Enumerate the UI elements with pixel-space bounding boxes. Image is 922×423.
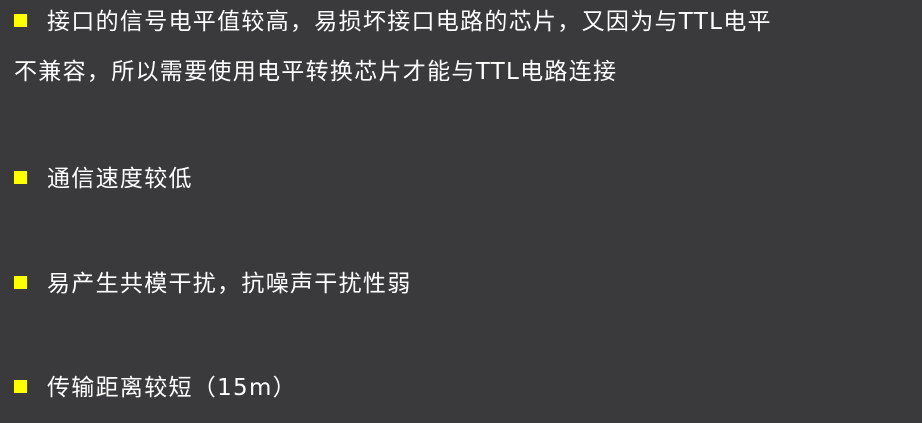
bullet-text-2: 通信速度较低 xyxy=(47,166,193,192)
square-bullet-icon xyxy=(14,276,27,289)
bullet-text-4: 传输距离较短（15m） xyxy=(47,375,297,401)
bullet-item-1-continuation: 不兼容，所以需要使用电平转换芯片才能与TTL电路连接 xyxy=(14,59,618,85)
bullet-item-1: 接口的信号电平值较高，易损坏接口电路的芯片，又因为与TTL电平 xyxy=(0,7,772,37)
bullet-item-4: 传输距离较短（15m） xyxy=(0,373,297,403)
square-bullet-icon xyxy=(14,171,27,184)
square-bullet-icon xyxy=(14,14,27,27)
bullet-text-1-line1: 接口的信号电平值较高，易损坏接口电路的芯片，又因为与TTL电平 xyxy=(47,9,772,35)
bullet-item-3: 易产生共模干扰，抗噪声干扰性弱 xyxy=(0,269,412,299)
bullet-text-3: 易产生共模干扰，抗噪声干扰性弱 xyxy=(47,271,412,297)
slide: 接口的信号电平值较高，易损坏接口电路的芯片，又因为与TTL电平 不兼容，所以需要… xyxy=(0,0,922,423)
bullet-item-2: 通信速度较低 xyxy=(0,164,193,194)
square-bullet-icon xyxy=(14,380,27,393)
